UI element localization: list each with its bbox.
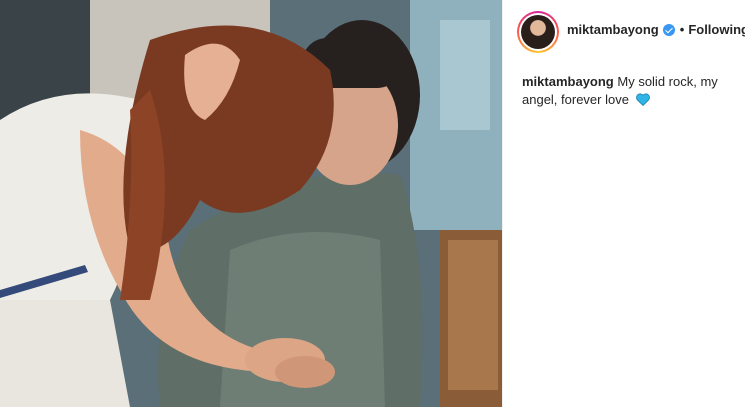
verified-badge-icon <box>662 23 675 36</box>
following-button[interactable]: Following <box>688 22 745 37</box>
avatar-inner <box>519 13 557 51</box>
header-username[interactable]: miktambayong <box>567 22 659 37</box>
blue-heart-icon <box>635 93 650 106</box>
photo-illustration <box>0 0 502 407</box>
avatar-image <box>521 15 555 49</box>
avatar[interactable] <box>517 11 559 53</box>
header-username-row: miktambayong • Following <box>567 22 745 37</box>
caption-username[interactable]: miktambayong <box>522 74 614 89</box>
post-caption: miktambayong My solid rock, my angel, fo… <box>522 73 737 109</box>
separator-dot: • <box>679 22 685 37</box>
post-photo[interactable] <box>0 0 502 407</box>
post-side-panel: miktambayong • Following miktambayong My… <box>503 0 745 407</box>
post-header: miktambayong • Following <box>503 0 745 64</box>
